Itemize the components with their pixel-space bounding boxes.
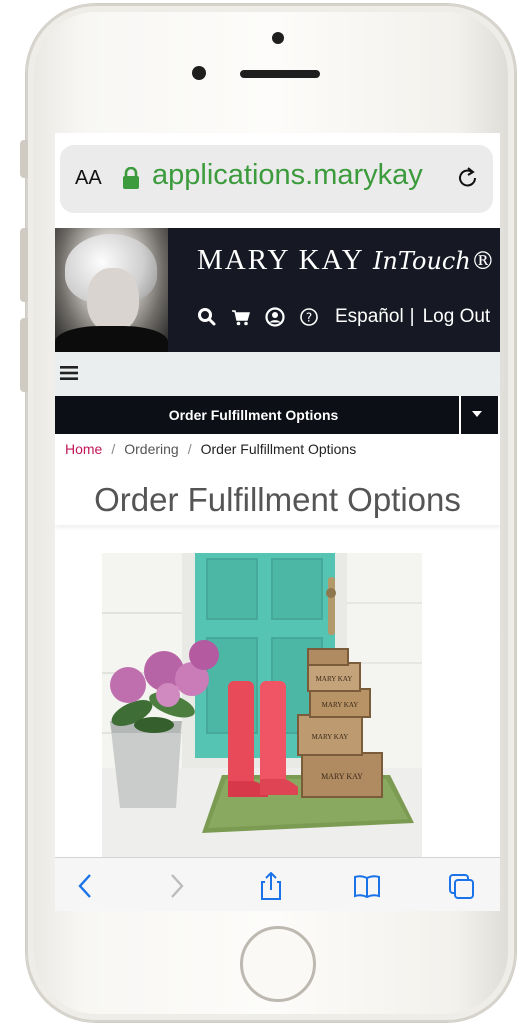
breadcrumb-separator: / xyxy=(111,441,116,457)
porch-illustration: MARY KAY MARY KAY MARY KAY MARY KAY xyxy=(102,553,422,863)
menu-row xyxy=(55,352,500,396)
address-bar[interactable]: AA applications.marykay xyxy=(60,145,493,213)
mute-switch xyxy=(20,140,28,178)
breadcrumb-separator: / xyxy=(187,441,192,457)
box-label: MARY KAY xyxy=(316,675,353,683)
box-label: MARY KAY xyxy=(312,733,349,741)
dropdown-label: Order Fulfillment Options xyxy=(168,407,339,423)
section-dropdown[interactable]: Order Fulfillment Options xyxy=(55,396,498,434)
phone-screen: AA applications.marykay MARY KAY InTouch… xyxy=(55,133,500,911)
back-icon[interactable] xyxy=(71,872,101,900)
box-label: MARY KAY xyxy=(322,701,359,709)
header-divider: | xyxy=(409,306,415,327)
forward-icon[interactable] xyxy=(161,872,191,900)
browser-toolbar xyxy=(55,857,500,911)
breadcrumb-current: Order Fulfillment Options xyxy=(200,441,357,457)
page-title: Order Fulfillment Options xyxy=(55,475,500,525)
reload-icon[interactable] xyxy=(455,165,481,191)
lock-icon xyxy=(123,167,139,189)
header-tools: ? Español | Log Out xyxy=(197,303,497,331)
bookmarks-icon[interactable] xyxy=(352,872,382,900)
svg-text:?: ? xyxy=(306,311,312,325)
brand-logo[interactable]: MARY KAY InTouch® xyxy=(197,244,495,277)
language-link[interactable]: Español xyxy=(335,306,404,328)
tabs-icon[interactable] xyxy=(446,872,476,900)
browser-address-area: AA applications.marykay xyxy=(55,133,500,223)
proximity-sensor xyxy=(192,66,206,80)
share-icon[interactable] xyxy=(256,872,286,900)
cart-icon[interactable] xyxy=(231,307,251,327)
url-text[interactable]: applications.marykay xyxy=(152,159,442,192)
breadcrumb-ordering[interactable]: Ordering xyxy=(124,441,178,457)
hamburger-menu-icon[interactable] xyxy=(60,364,78,382)
box-label: MARY KAY xyxy=(321,772,363,781)
text-size-button[interactable]: AA xyxy=(75,167,102,190)
volume-down-button xyxy=(20,318,28,392)
dropdown-divider xyxy=(459,396,461,434)
help-icon[interactable]: ? xyxy=(299,307,319,327)
chevron-down-icon[interactable] xyxy=(472,411,482,417)
user-icon[interactable] xyxy=(265,307,285,327)
volume-up-button xyxy=(20,228,28,302)
founder-portrait xyxy=(55,228,168,352)
search-icon[interactable] xyxy=(197,307,217,327)
hero-image: MARY KAY MARY KAY MARY KAY MARY KAY xyxy=(102,553,422,863)
front-camera xyxy=(272,32,284,44)
logout-link[interactable]: Log Out xyxy=(423,306,491,328)
earpiece-speaker xyxy=(240,70,320,78)
breadcrumb: Home / Ordering / Order Fulfillment Options xyxy=(65,441,356,457)
breadcrumb-home[interactable]: Home xyxy=(65,441,102,457)
home-button[interactable] xyxy=(240,926,316,1002)
site-header: MARY KAY InTouch® ? Español | Log Out xyxy=(55,228,500,352)
